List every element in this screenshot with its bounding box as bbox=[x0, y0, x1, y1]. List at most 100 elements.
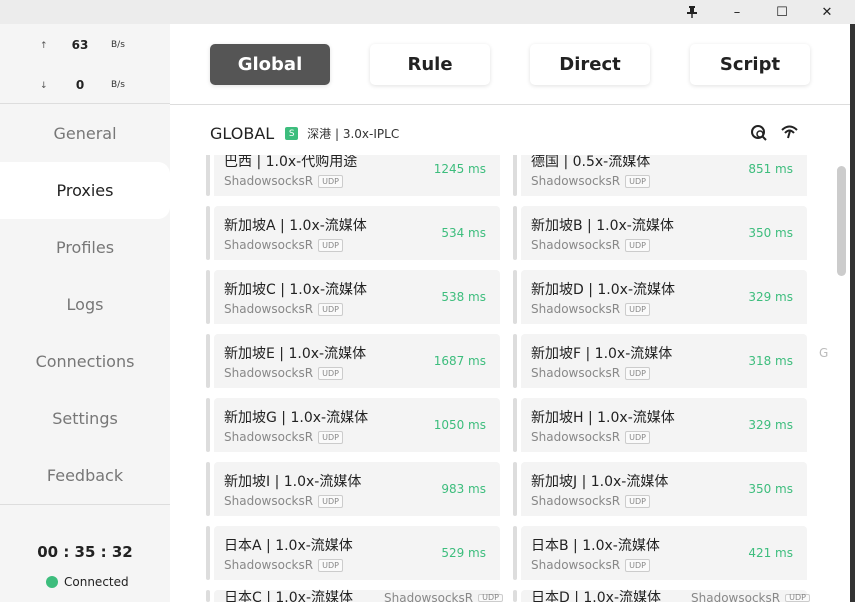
sidebar-item-settings[interactable]: Settings bbox=[0, 390, 170, 447]
proxy-card[interactable]: 新加坡B | 1.0x-流媒体 ShadowsocksR UDP 350 ms bbox=[507, 206, 807, 260]
status-dot-icon bbox=[46, 576, 58, 588]
selection-indicator bbox=[206, 526, 210, 580]
proxy-delay[interactable]: 421 ms bbox=[748, 546, 793, 560]
proxy-card-body[interactable]: 日本D | 1.0x-流媒体 ShadowsocksR UDP bbox=[521, 590, 810, 602]
proxy-card[interactable]: 巴西 | 1.0x-代购用途 ShadowsocksR UDP 1245 ms bbox=[200, 155, 500, 196]
proxy-type-row: ShadowsocksR UDP bbox=[224, 366, 343, 380]
selection-indicator bbox=[513, 206, 517, 260]
udp-badge: UDP bbox=[625, 430, 650, 444]
mode-direct-button[interactable]: Direct bbox=[530, 44, 650, 85]
udp-badge: UDP bbox=[318, 174, 343, 188]
proxy-card[interactable]: 新加坡F | 1.0x-流媒体 ShadowsocksR UDP 318 ms bbox=[507, 334, 807, 388]
udp-badge: UDP bbox=[625, 494, 650, 508]
minimize-button[interactable]: – bbox=[722, 0, 752, 24]
proxy-card[interactable]: 新加坡H | 1.0x-流媒体 ShadowsocksR UDP 329 ms bbox=[507, 398, 807, 452]
proxy-card[interactable]: 新加坡E | 1.0x-流媒体 ShadowsocksR UDP 1687 ms bbox=[200, 334, 500, 388]
sidebar-item-general[interactable]: General bbox=[0, 105, 170, 162]
proxy-card-body[interactable]: 新加坡A | 1.0x-流媒体 ShadowsocksR UDP 534 ms bbox=[214, 206, 500, 260]
proxy-card[interactable]: 新加坡A | 1.0x-流媒体 ShadowsocksR UDP 534 ms bbox=[200, 206, 500, 260]
proxy-name: 新加坡C | 1.0x-流媒体 bbox=[224, 282, 367, 298]
udp-badge: UDP bbox=[478, 594, 503, 602]
proxy-delay[interactable]: 318 ms bbox=[748, 354, 793, 368]
proxy-card-body[interactable]: 德国 | 0.5x-流媒体 ShadowsocksR UDP 851 ms bbox=[521, 155, 807, 196]
udp-badge: UDP bbox=[625, 302, 650, 316]
proxy-card[interactable]: 新加坡C | 1.0x-流媒体 ShadowsocksR UDP 538 ms bbox=[200, 270, 500, 324]
scrollbar[interactable] bbox=[837, 166, 846, 276]
proxy-card-body[interactable]: 新加坡J | 1.0x-流媒体 ShadowsocksR UDP 350 ms bbox=[521, 462, 807, 516]
selection-indicator bbox=[206, 270, 210, 324]
proxy-type-row: ShadowsocksR UDP bbox=[531, 558, 650, 572]
proxy-card-body[interactable]: 新加坡I | 1.0x-流媒体 ShadowsocksR UDP 983 ms bbox=[214, 462, 500, 516]
proxy-card-body[interactable]: 日本A | 1.0x-流媒体 ShadowsocksR UDP 529 ms bbox=[214, 526, 500, 580]
search-location-icon[interactable] bbox=[751, 125, 767, 145]
proxy-card[interactable]: 新加坡J | 1.0x-流媒体 ShadowsocksR UDP 350 ms bbox=[507, 462, 807, 516]
udp-badge: UDP bbox=[785, 594, 810, 602]
selection-indicator bbox=[513, 526, 517, 580]
mode-selector: Global Rule Direct Script bbox=[170, 24, 850, 105]
proxy-type: ShadowsocksR bbox=[224, 238, 314, 252]
proxy-card[interactable]: 德国 | 0.5x-流媒体 ShadowsocksR UDP 851 ms bbox=[507, 155, 807, 196]
proxy-card-body[interactable]: 新加坡D | 1.0x-流媒体 ShadowsocksR UDP 329 ms bbox=[521, 270, 807, 324]
proxy-delay[interactable]: 983 ms bbox=[441, 482, 486, 496]
proxy-type-row: ShadowsocksR UDP bbox=[531, 430, 650, 444]
proxy-card-body[interactable]: 新加坡E | 1.0x-流媒体 ShadowsocksR UDP 1687 ms bbox=[214, 334, 500, 388]
mode-rule-button[interactable]: Rule bbox=[370, 44, 490, 85]
proxy-type: ShadowsocksR bbox=[224, 494, 314, 508]
proxy-card-body[interactable]: 新加坡C | 1.0x-流媒体 ShadowsocksR UDP 538 ms bbox=[214, 270, 500, 324]
proxy-name: 新加坡G | 1.0x-流媒体 bbox=[224, 410, 369, 426]
proxy-type-row: ShadowsocksR UDP bbox=[224, 302, 343, 316]
sidebar-item-logs[interactable]: Logs bbox=[0, 276, 170, 333]
proxy-type-row: ShadowsocksR UDP bbox=[224, 238, 343, 252]
proxy-name: 日本C | 1.0x-流媒体 bbox=[224, 590, 353, 602]
proxy-delay[interactable]: 538 ms bbox=[441, 290, 486, 304]
proxy-card[interactable]: 新加坡D | 1.0x-流媒体 ShadowsocksR UDP 329 ms bbox=[507, 270, 807, 324]
mode-script-button[interactable]: Script bbox=[690, 44, 810, 85]
proxy-delay[interactable]: 1050 ms bbox=[434, 418, 486, 432]
proxy-delay[interactable]: 1245 ms bbox=[434, 162, 486, 176]
mode-global-button[interactable]: Global bbox=[210, 44, 330, 85]
proxy-card-body[interactable]: 日本C | 1.0x-流媒体 ShadowsocksR UDP bbox=[214, 590, 503, 602]
udp-badge: UDP bbox=[625, 174, 650, 188]
selection-indicator bbox=[513, 462, 517, 516]
upload-unit: B/s bbox=[111, 40, 125, 50]
maximize-button[interactable]: ☐ bbox=[767, 0, 797, 24]
proxy-card[interactable]: 日本C | 1.0x-流媒体 ShadowsocksR UDP bbox=[200, 590, 503, 602]
proxy-card-body[interactable]: 新加坡H | 1.0x-流媒体 ShadowsocksR UDP 329 ms bbox=[521, 398, 807, 452]
proxy-delay[interactable]: 329 ms bbox=[748, 290, 793, 304]
proxy-card-body[interactable]: 新加坡G | 1.0x-流媒体 ShadowsocksR UDP 1050 ms bbox=[214, 398, 500, 452]
proxy-card[interactable]: 新加坡G | 1.0x-流媒体 ShadowsocksR UDP 1050 ms bbox=[200, 398, 500, 452]
proxy-delay[interactable]: 350 ms bbox=[748, 482, 793, 496]
proxy-card[interactable]: 新加坡I | 1.0x-流媒体 ShadowsocksR UDP 983 ms bbox=[200, 462, 500, 516]
udp-badge: UDP bbox=[318, 302, 343, 316]
proxy-name: 新加坡D | 1.0x-流媒体 bbox=[531, 282, 675, 298]
proxy-card-body[interactable]: 巴西 | 1.0x-代购用途 ShadowsocksR UDP 1245 ms bbox=[214, 155, 500, 196]
sidebar-item-profiles[interactable]: Profiles bbox=[0, 219, 170, 276]
proxy-delay[interactable]: 529 ms bbox=[441, 546, 486, 560]
proxy-card-body[interactable]: 新加坡B | 1.0x-流媒体 ShadowsocksR UDP 350 ms bbox=[521, 206, 807, 260]
selection-indicator bbox=[206, 398, 210, 452]
sidebar: ↑ 63 B/s ↓ 0 B/s General Proxies Profiles L… bbox=[0, 24, 170, 602]
proxy-delay[interactable]: 851 ms bbox=[748, 162, 793, 176]
proxy-name: 巴西 | 1.0x-代购用途 bbox=[224, 155, 358, 170]
proxy-delay[interactable]: 350 ms bbox=[748, 226, 793, 240]
proxy-card[interactable]: 日本A | 1.0x-流媒体 ShadowsocksR UDP 529 ms bbox=[200, 526, 500, 580]
close-button[interactable]: ✕ bbox=[812, 0, 842, 24]
proxy-type-row: ShadowsocksR UDP bbox=[691, 592, 810, 602]
traffic-stats: ↑ 63 B/s ↓ 0 B/s bbox=[0, 24, 170, 104]
proxy-delay[interactable]: 1687 ms bbox=[434, 354, 486, 368]
sidebar-item-proxies[interactable]: Proxies bbox=[0, 162, 170, 219]
udp-badge: UDP bbox=[318, 238, 343, 252]
wifi-speed-icon[interactable] bbox=[781, 125, 798, 143]
proxy-card-body[interactable]: 日本B | 1.0x-流媒体 ShadowsocksR UDP 421 ms bbox=[521, 526, 807, 580]
proxy-delay[interactable]: 534 ms bbox=[441, 226, 486, 240]
proxy-type-row: ShadowsocksR UDP bbox=[224, 174, 343, 188]
proxy-type: ShadowsocksR bbox=[531, 430, 621, 444]
sidebar-item-feedback[interactable]: Feedback bbox=[0, 447, 170, 504]
proxy-delay[interactable]: 329 ms bbox=[748, 418, 793, 432]
proxy-card[interactable]: 日本B | 1.0x-流媒体 ShadowsocksR UDP 421 ms bbox=[507, 526, 807, 580]
proxy-card[interactable]: 日本D | 1.0x-流媒体 ShadowsocksR UDP bbox=[507, 590, 810, 602]
pin-icon[interactable] bbox=[677, 0, 707, 24]
sidebar-item-connections[interactable]: Connections bbox=[0, 333, 170, 390]
proxy-card-body[interactable]: 新加坡F | 1.0x-流媒体 ShadowsocksR UDP 318 ms bbox=[521, 334, 807, 388]
proxy-name: 新加坡J | 1.0x-流媒体 bbox=[531, 474, 669, 490]
